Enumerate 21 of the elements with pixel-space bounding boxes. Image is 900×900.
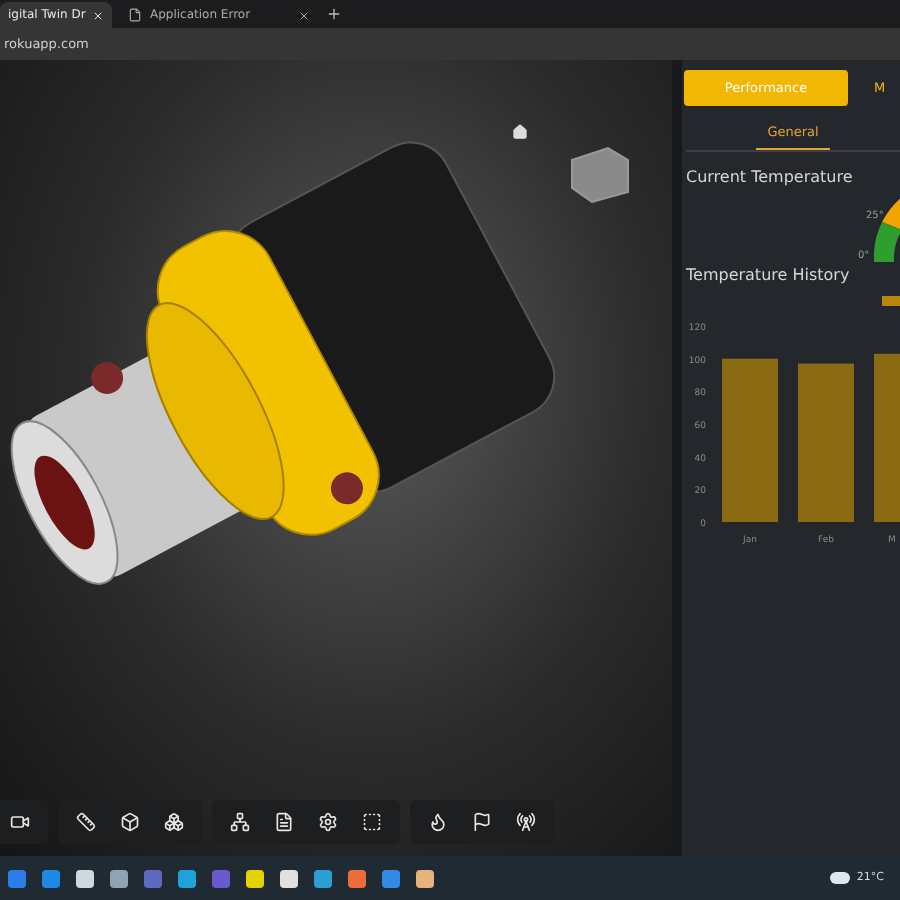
hierarchy-icon bbox=[230, 812, 250, 832]
flag-icon bbox=[472, 812, 492, 832]
page-icon bbox=[128, 8, 142, 22]
cube-icon bbox=[120, 812, 140, 832]
document-icon bbox=[274, 812, 294, 832]
home-icon[interactable] bbox=[512, 124, 528, 140]
ruler-icon bbox=[76, 812, 96, 832]
view-cube-icon[interactable] bbox=[568, 144, 632, 204]
3d-viewport[interactable] bbox=[0, 60, 672, 856]
antenna-icon bbox=[516, 812, 536, 832]
cubes-icon bbox=[164, 812, 184, 832]
flame-icon bbox=[428, 812, 448, 832]
section-title: Current Temperature bbox=[686, 168, 855, 186]
camera-icon bbox=[10, 812, 30, 832]
close-icon[interactable] bbox=[298, 9, 310, 21]
settings-icon bbox=[318, 812, 338, 832]
section-title: Temperature History bbox=[686, 266, 852, 284]
new-tab-icon[interactable] bbox=[326, 6, 342, 22]
legend-swatch bbox=[882, 296, 900, 306]
weather-icon bbox=[830, 872, 851, 884]
square-icon bbox=[362, 812, 382, 832]
